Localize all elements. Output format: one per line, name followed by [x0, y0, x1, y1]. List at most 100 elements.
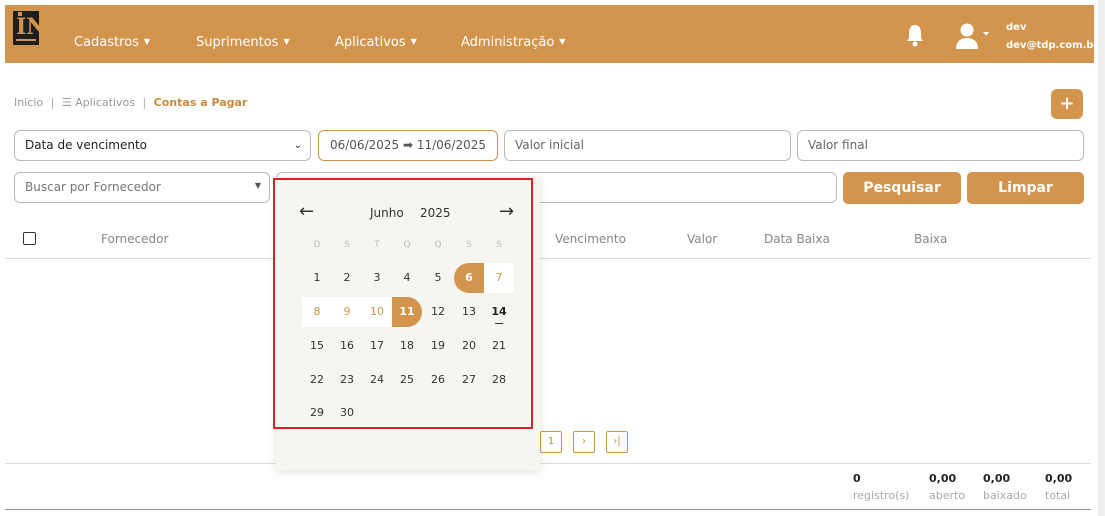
datepicker-day-22[interactable]: 22 [302, 365, 332, 395]
breadcrumb-separator: | [142, 96, 147, 109]
breadcrumb-home[interactable]: Inicio [14, 96, 43, 109]
user-email: dev@tdp.com.br [1006, 40, 1099, 51]
nav-suprimentos-label: Suprimentos [196, 35, 279, 50]
chevron-down-icon: ⌄ [293, 140, 302, 151]
datepicker-day-15[interactable]: 15 [302, 331, 332, 361]
nav-administracao-label: Administração [461, 35, 555, 50]
datepicker-day-6[interactable]: 6 [454, 263, 484, 293]
datepicker-day-20[interactable]: 20 [454, 331, 484, 361]
column-vencimento[interactable]: Vencimento [555, 232, 626, 246]
datepicker-weekday: Q [403, 240, 411, 250]
datepicker-day-17[interactable]: 17 [362, 331, 392, 361]
datepicker-day-24[interactable]: 24 [362, 365, 392, 395]
datepicker-day-27[interactable]: 27 [454, 365, 484, 395]
caret-down-icon: ▼ [410, 37, 417, 46]
nav-cadastros-label: Cadastros [74, 35, 139, 50]
datepicker-weekday: D [313, 240, 321, 250]
logo-text: IN [16, 14, 47, 40]
select-all-checkbox[interactable] [23, 232, 36, 245]
breadcrumb-separator: | [50, 96, 55, 109]
caret-down-icon: ▼ [559, 37, 566, 46]
datepicker-day-21[interactable]: 21 [484, 331, 514, 361]
breadcrumb: Inicio | ☰ Aplicativos | Contas a Pagar [14, 96, 247, 109]
bell-icon[interactable] [905, 23, 925, 47]
datepicker-day-3[interactable]: 3 [362, 263, 392, 293]
top-navbar: IN Cadastros ▼ Suprimentos ▼ Aplicativos ▼ … [5, 5, 1098, 63]
caret-down-icon: ▼ [283, 37, 290, 46]
datepicker-day-30[interactable]: 30 [332, 398, 362, 428]
last-page-button[interactable]: ›| [606, 431, 628, 453]
nav-administracao[interactable]: Administração ▼ [461, 35, 565, 50]
logo-underline [16, 39, 36, 41]
next-page-button[interactable]: › [573, 431, 595, 453]
total-registros-label: registro(s) [853, 489, 910, 502]
datepicker-year[interactable]: 2025 [420, 206, 451, 220]
datepicker-day-10[interactable]: 10 [362, 297, 392, 327]
date-type-value: Data de vencimento [25, 138, 148, 152]
datepicker-day-16[interactable]: 16 [332, 331, 362, 361]
total-aberto-label: aberto [929, 489, 966, 502]
datepicker-day-23[interactable]: 23 [332, 365, 362, 395]
datepicker-day-19[interactable]: 19 [423, 331, 453, 361]
user-name: dev [1006, 22, 1027, 33]
datepicker-day-14[interactable]: 14 [484, 297, 514, 327]
datepicker-weekday: S [496, 240, 502, 250]
datepicker-day-5[interactable]: 5 [423, 263, 453, 293]
table-header-divider [5, 258, 1091, 259]
datepicker-day-29[interactable]: 29 [302, 398, 332, 428]
nav-aplicativos-label: Aplicativos [335, 35, 406, 50]
nav-suprimentos[interactable]: Suprimentos ▼ [196, 35, 290, 50]
breadcrumb-apps[interactable]: Aplicativos [75, 96, 135, 109]
table-footer-divider [5, 463, 1091, 464]
datepicker-day-4[interactable]: 4 [392, 263, 422, 293]
column-fornecedor[interactable]: Fornecedor [101, 232, 168, 246]
fornecedor-select[interactable]: Buscar por Fornecedor ▼ [14, 172, 270, 203]
total-registros-value: 0 [853, 472, 861, 485]
total-baixado-label: baixado [983, 489, 1027, 502]
date-range-input[interactable]: 06/06/2025 ➡ 11/06/2025 [318, 130, 498, 161]
total-geral-label: total [1045, 489, 1071, 502]
scrollbar[interactable] [1098, 0, 1105, 516]
breadcrumb-current: Contas a Pagar [153, 96, 248, 109]
menu-lines-icon: ☰ [61, 96, 72, 109]
datepicker-weekday: T [374, 240, 380, 250]
datepicker-day-2[interactable]: 2 [332, 263, 362, 293]
datepicker-day-28[interactable]: 28 [484, 365, 514, 395]
datepicker-day-11[interactable]: 11 [392, 297, 422, 327]
nav-cadastros[interactable]: Cadastros ▼ [74, 35, 150, 50]
page-bottom-divider [5, 509, 1091, 510]
app-logo[interactable]: IN [13, 11, 46, 45]
datepicker-month[interactable]: Junho [370, 206, 404, 220]
datepicker-day-8[interactable]: 8 [302, 297, 332, 327]
valor-inicial-input[interactable]: Valor inicial [504, 130, 791, 161]
page: IN Cadastros ▼ Suprimentos ▼ Aplicativos ▼ … [0, 0, 1105, 516]
datepicker-day-12[interactable]: 12 [423, 297, 453, 327]
search-button[interactable]: Pesquisar [843, 172, 961, 204]
datepicker-day-9[interactable]: 9 [332, 297, 362, 327]
column-valor[interactable]: Valor [687, 232, 717, 246]
column-data-baixa[interactable]: Data Baixa [764, 232, 830, 246]
user-avatar-icon[interactable] [955, 22, 991, 50]
nav-aplicativos[interactable]: Aplicativos ▼ [335, 35, 417, 50]
datepicker-day-13[interactable]: 13 [454, 297, 484, 327]
fornecedor-placeholder: Buscar por Fornecedor [25, 180, 161, 194]
datepicker-weekday: S [344, 240, 350, 250]
datepicker-day-7[interactable]: 7 [484, 263, 514, 293]
datepicker-day-26[interactable]: 26 [423, 365, 453, 395]
total-geral-value: 0,00 [1045, 472, 1073, 485]
datepicker-weekday: S [466, 240, 472, 250]
arrow-right-icon[interactable]: → [499, 200, 514, 224]
total-baixado-value: 0,00 [983, 472, 1011, 485]
datepicker-day-18[interactable]: 18 [392, 331, 422, 361]
valor-final-input[interactable]: Valor final [797, 130, 1084, 161]
arrow-left-icon[interactable]: ← [299, 200, 314, 224]
caret-down-icon: ▼ [254, 181, 261, 190]
column-baixa[interactable]: Baixa [914, 232, 947, 246]
datepicker-day-1[interactable]: 1 [302, 263, 332, 293]
clear-button[interactable]: Limpar [967, 172, 1084, 204]
page-number-button[interactable]: 1 [540, 431, 562, 453]
datepicker-day-25[interactable]: 25 [392, 365, 422, 395]
add-button[interactable]: + [1051, 89, 1083, 119]
date-type-select[interactable]: Data de vencimento ⌄ [14, 130, 311, 161]
datepicker-weekday: Q [434, 240, 442, 250]
